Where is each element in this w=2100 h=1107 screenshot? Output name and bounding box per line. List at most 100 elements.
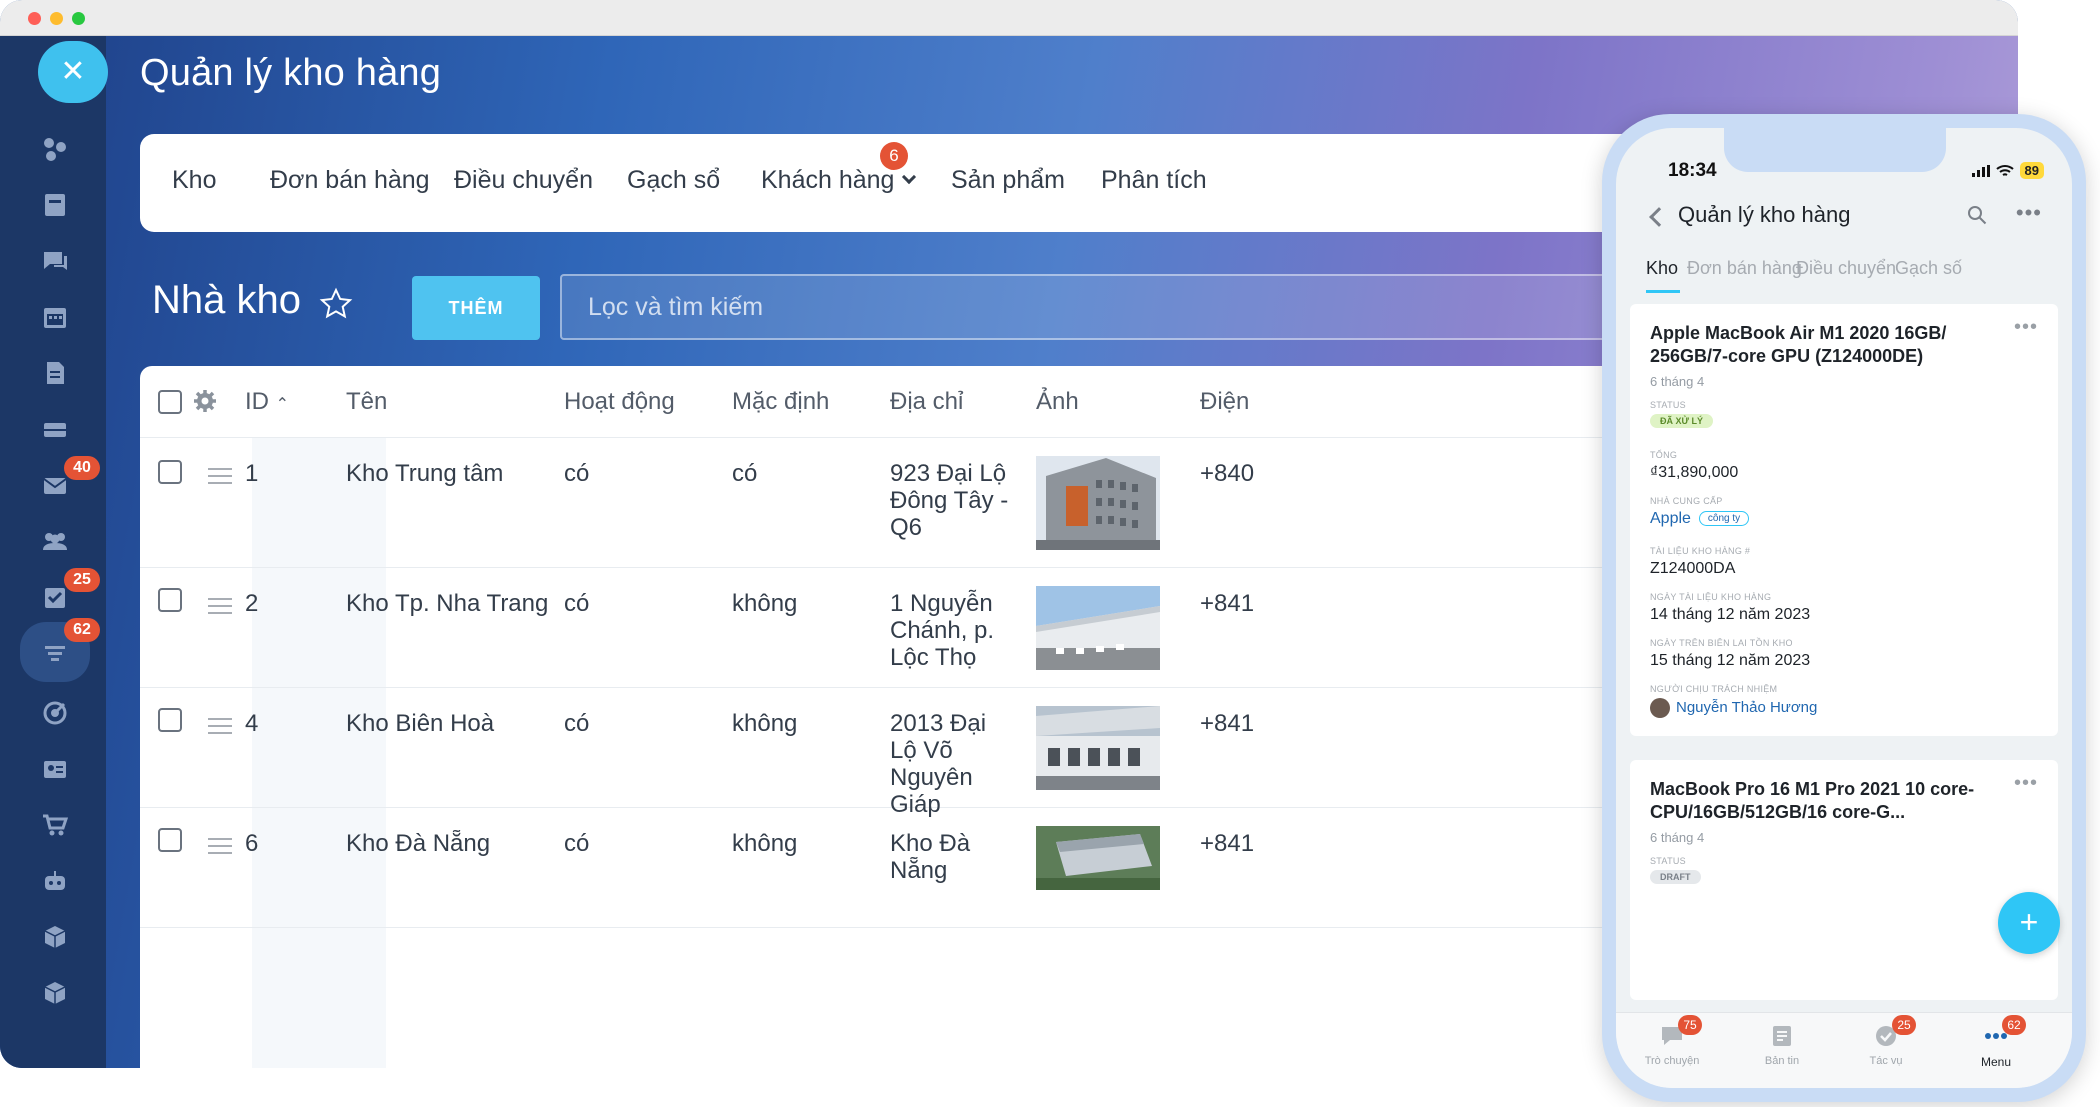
supplier-link[interactable]: Apple <box>1650 510 1691 527</box>
bottom-nav-menu[interactable]: 62 Menu <box>1956 1015 2036 1069</box>
status-label: STATUS <box>1650 400 1686 410</box>
status-badge: DRAFT <box>1650 870 1701 884</box>
company-tag: công ty <box>1698 511 1750 526</box>
status-time: 18:34 <box>1668 160 1717 181</box>
cart-icon[interactable] <box>20 800 90 850</box>
select-all-checkbox[interactable] <box>158 390 182 414</box>
tab-gach-so[interactable]: Gạch sổ <box>627 166 720 195</box>
star-icon[interactable] <box>318 286 354 322</box>
window-close-dot[interactable] <box>28 12 41 25</box>
header-active[interactable]: Hoạt động <box>564 388 675 416</box>
close-slider-button[interactable]: ✕ <box>38 41 108 103</box>
newsfeed-icon <box>1773 1026 1791 1046</box>
header-image[interactable]: Ảnh <box>1036 388 1079 416</box>
document-card[interactable]: Apple MacBook Air M1 2020 16GB/ 256GB/7-… <box>1630 304 2058 736</box>
top-tab-bar: Kho Đơn bán hàng Điều chuyển Gạch sổ Khá… <box>140 134 1780 232</box>
drag-handle-icon[interactable] <box>208 468 232 489</box>
gear-icon[interactable] <box>192 388 218 414</box>
warehouse-photo[interactable] <box>1036 826 1160 890</box>
drag-handle-icon[interactable] <box>208 598 232 619</box>
window-zoom-dot[interactable] <box>72 12 85 25</box>
receipt-date-label: NGÀY TRÊN BIÊN LAI TỒN KHO <box>1650 638 1793 648</box>
team-icon[interactable] <box>20 516 90 566</box>
drag-handle-icon[interactable] <box>208 718 232 739</box>
cell-phone: +841 <box>1200 710 1255 737</box>
robot-icon[interactable] <box>20 856 90 906</box>
cell-active: có <box>564 460 590 487</box>
warehouse-photo[interactable] <box>1036 706 1160 790</box>
more-icon[interactable]: ••• <box>2016 200 2042 226</box>
back-icon[interactable] <box>1649 207 1669 227</box>
bottom-nav-feed[interactable]: Bản tin <box>1742 1023 1822 1067</box>
row-checkbox[interactable] <box>158 828 182 852</box>
supplier-label: NHÀ CUNG CẤP <box>1650 496 1723 506</box>
tab-khach-hang[interactable]: Khách hàng <box>761 166 917 195</box>
card-more-icon[interactable]: ••• <box>2014 316 2038 339</box>
doc-number-label: TÀI LIỆU KHO HÀNG # <box>1650 546 1751 556</box>
window-minimize-dot[interactable] <box>50 12 63 25</box>
header-default[interactable]: Mặc định <box>732 388 829 416</box>
cell-name[interactable]: Kho Biên Hoà <box>346 710 494 737</box>
mail-icon[interactable]: 40 <box>20 456 100 510</box>
tasks-icon[interactable]: 25 <box>20 568 100 622</box>
header-id[interactable]: ID ⌃ <box>245 388 289 416</box>
table-row[interactable]: 1 Kho Trung tâm có có 923 Đại Lộ Đông Tâ… <box>140 438 1780 568</box>
cell-name[interactable]: Kho Trung tâm <box>346 460 503 487</box>
active-tab-indicator <box>1646 290 1680 293</box>
phone-tab-gach-so[interactable]: Gạch số <box>1895 258 1962 279</box>
tab-dieu-chuyen[interactable]: Điều chuyển <box>454 166 593 195</box>
add-button[interactable]: THÊM <box>412 276 540 340</box>
warehouse-photo[interactable] <box>1036 586 1160 670</box>
bottom-nav-chat[interactable]: 75 Trò chuyện <box>1632 1015 1712 1067</box>
calendar-page-icon[interactable] <box>20 180 90 230</box>
search-input[interactable]: Lọc và tìm kiếm <box>560 274 1620 340</box>
tab-san-pham[interactable]: Sản phẩm <box>951 166 1065 195</box>
card-title[interactable]: MacBook Pro 16 M1 Pro 2021 10 core-CPU/1… <box>1650 778 2010 824</box>
chat-badge: 75 <box>1678 1015 1702 1035</box>
warehouse-table: ID ⌃ Tên Hoạt động Mặc định Địa chỉ Ảnh … <box>140 366 1780 1068</box>
cell-name[interactable]: Kho Tp. Nha Trang <box>346 590 548 617</box>
tab-phan-tich[interactable]: Phân tích <box>1101 166 1207 195</box>
receipt-date-value: 15 tháng 12 năm 2023 <box>1650 652 1811 669</box>
box-2-icon[interactable] <box>20 968 90 1018</box>
phone-tab-dieu-chuyen[interactable]: Điều chuyển <box>1796 258 1896 279</box>
phone-tab-kho[interactable]: Kho <box>1646 258 1678 279</box>
header-name[interactable]: Tên <box>346 388 387 416</box>
responsible-link[interactable]: Nguyễn Thảo Hương <box>1676 699 1817 716</box>
table-row[interactable]: 2 Kho Tp. Nha Trang có không 1 Nguyễn Ch… <box>140 568 1780 688</box>
row-checkbox[interactable] <box>158 460 182 484</box>
table-row[interactable]: 4 Kho Biên Hoà có không 2013 Đại Lộ Võ N… <box>140 688 1780 818</box>
row-checkbox[interactable] <box>158 588 182 612</box>
target-icon[interactable] <box>20 688 90 738</box>
header-address[interactable]: Địa chỉ <box>890 388 963 416</box>
chat-icon[interactable] <box>20 236 90 286</box>
cell-default: có <box>732 460 758 487</box>
inbox-icon[interactable] <box>20 404 90 454</box>
document-icon[interactable] <box>20 348 90 398</box>
customer-tab-badge: 6 <box>880 142 908 170</box>
tab-khach-hang-label: Khách hàng <box>761 166 895 194</box>
contact-card-icon[interactable] <box>20 744 90 794</box>
header-phone[interactable]: Điện <box>1200 388 1249 416</box>
warehouse-photo[interactable] <box>1036 456 1160 550</box>
cell-default: không <box>732 590 798 617</box>
bottom-nav-tasks[interactable]: 25 Tác vụ <box>1846 1015 1926 1067</box>
box-icon[interactable] <box>20 912 90 962</box>
card-more-icon[interactable]: ••• <box>2014 772 2038 795</box>
crm-icon[interactable] <box>20 124 90 174</box>
tab-don-ban-hang[interactable]: Đơn bán hàng <box>270 166 430 195</box>
document-card[interactable]: MacBook Pro 16 M1 Pro 2021 10 core-CPU/1… <box>1630 760 2058 1000</box>
add-fab-button[interactable]: + <box>1998 892 2060 954</box>
page-title: Nhà kho <box>152 278 301 322</box>
cell-phone: +841 <box>1200 590 1255 617</box>
table-row[interactable]: 6 Kho Đà Nẵng có không Kho Đà Nẵng +841 <box>140 808 1780 928</box>
calendar-icon[interactable] <box>20 292 90 342</box>
tab-kho[interactable]: Kho <box>172 166 216 195</box>
cell-name[interactable]: Kho Đà Nẵng <box>346 830 490 857</box>
card-title[interactable]: Apple MacBook Air M1 2020 16GB/ 256GB/7-… <box>1650 322 2010 368</box>
filter-icon[interactable]: 62 <box>20 618 100 682</box>
search-icon[interactable] <box>1966 204 1988 226</box>
phone-tab-don-ban-hang[interactable]: Đơn bán hàng <box>1687 258 1802 279</box>
drag-handle-icon[interactable] <box>208 838 232 859</box>
row-checkbox[interactable] <box>158 708 182 732</box>
